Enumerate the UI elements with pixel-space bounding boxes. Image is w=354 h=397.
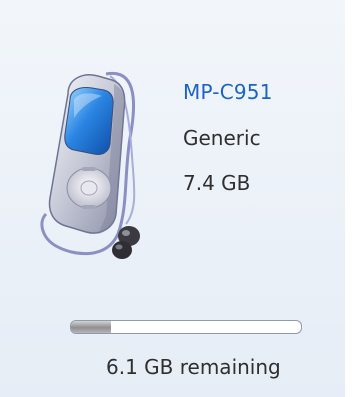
storage-remaining-text: 6.1 GB remaining [106, 355, 281, 379]
device-name-link[interactable]: MP-C951 [183, 80, 273, 104]
storage-usage-fill [71, 321, 112, 333]
storage-usage-bar [70, 320, 302, 334]
device-capacity: 7.4 GB [183, 171, 251, 195]
device-panel: MP-C951 Generic 7.4 GB 6.1 GB remaining [0, 0, 345, 397]
device-manufacturer: Generic [183, 126, 261, 150]
panel-edge [345, 0, 354, 397]
media-player-with-earbuds-icon[interactable] [34, 66, 170, 266]
